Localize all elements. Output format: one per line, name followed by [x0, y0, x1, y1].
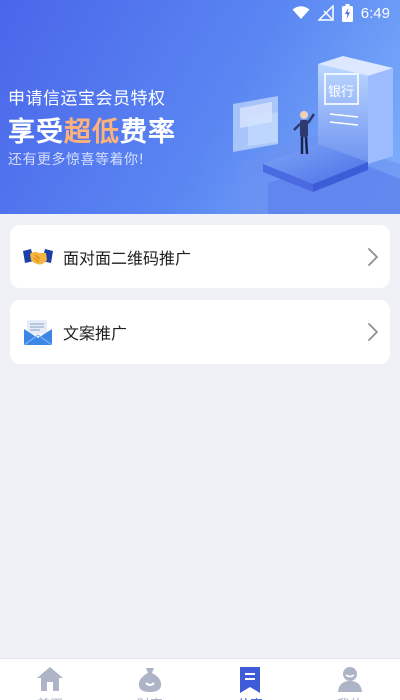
promo-banner[interactable]: 6:49 申请信运宝会员特权 享受超低费率 还有更多惊喜等着你! 银行: [0, 0, 400, 214]
nav-label: 财富: [100, 694, 200, 700]
svg-text:银行: 银行: [328, 85, 354, 100]
wifi-icon: [292, 6, 310, 19]
nav-label: 分享: [200, 694, 300, 700]
nav-item-share[interactable]: 分享: [200, 659, 300, 700]
user-icon: [338, 667, 362, 692]
chevron-right-icon: [368, 323, 378, 341]
bottom-nav: 首页 财富 分享 我的: [0, 658, 400, 700]
bookmark-icon: [240, 667, 260, 693]
handshake-icon: [23, 248, 53, 264]
headline-prefix: 享受: [8, 117, 64, 148]
banner-headline: 享受超低费率: [8, 110, 176, 149]
nav-item-mine[interactable]: 我的: [300, 659, 400, 700]
nav-item-wealth[interactable]: 财富: [100, 659, 200, 700]
banner-subtitle: 申请信运宝会员特权: [8, 89, 166, 109]
banner-tagline: 还有更多惊喜等着你!: [8, 152, 145, 168]
nav-label: 我的: [300, 694, 400, 700]
nav-label: 首页: [0, 694, 100, 700]
status-bar: 6:49: [0, 0, 400, 26]
nav-item-home[interactable]: 首页: [0, 659, 100, 700]
envelope-icon: [23, 320, 53, 346]
headline-suffix: 费率: [120, 117, 176, 148]
card-label: 文案推广: [63, 324, 128, 343]
home-icon: [37, 667, 63, 691]
headline-highlight: 超低: [64, 117, 120, 148]
card-copy-promotion[interactable]: 文案推广: [10, 300, 390, 364]
bank-illustration: 银行: [233, 56, 400, 214]
card-label: 面对面二维码推广: [63, 248, 192, 268]
status-time: 6:49: [360, 4, 390, 22]
card-qr-promotion[interactable]: 面对面二维码推广: [10, 225, 390, 288]
battery-charging-icon: [341, 4, 353, 22]
chevron-right-icon: [368, 247, 378, 266]
money-bag-icon: [138, 668, 162, 692]
no-signal-icon: [317, 5, 334, 21]
